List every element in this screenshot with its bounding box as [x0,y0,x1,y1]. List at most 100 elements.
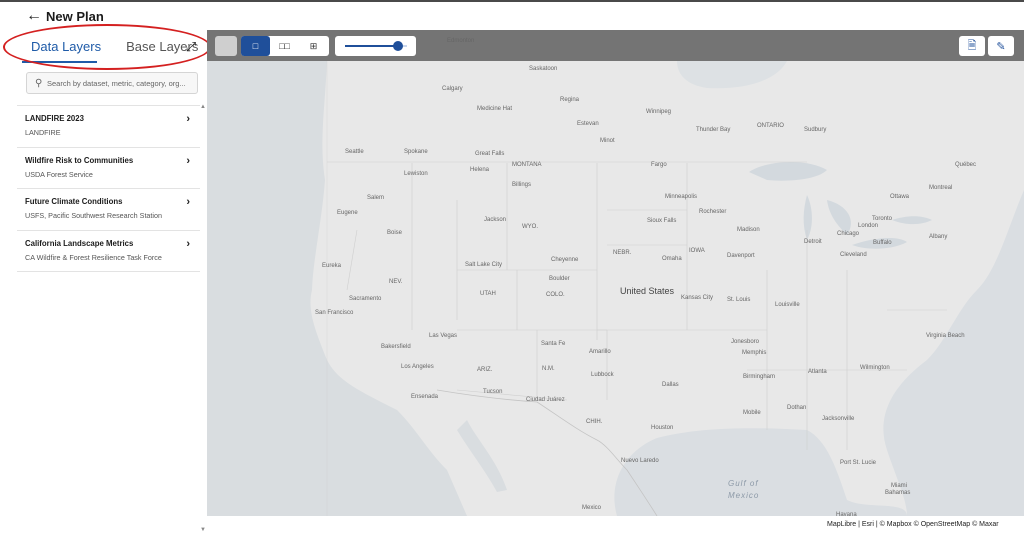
map-place-label: Boise [387,230,403,236]
map-place-label: NEBR. [613,250,632,256]
map-place-label: Houston [651,425,674,431]
map-place-label: MONTANA [512,162,542,168]
map-place-label: Los Angeles [401,364,434,370]
chevron-right-icon[interactable]: › [186,196,190,208]
slider-thumb[interactable] [392,41,403,51]
map-place-label: Madison [737,227,760,233]
map-place-label: Bakersfield [381,344,411,350]
layer-tabs: Data Layers Base Layers [0,30,207,63]
map-place-label: Ciudad Juárez [526,397,565,403]
map-place-label: Louisville [775,302,800,308]
map-place-label: Spokane [404,149,428,155]
map-place-label: Thunder Bay [696,127,731,133]
layer-source: USDA Forest Service [25,169,93,179]
map-place-label: ARIZ. [477,367,493,373]
chevron-right-icon[interactable]: › [186,238,190,250]
tab-data-layers[interactable]: Data Layers [31,30,101,63]
page-title: New Plan [46,8,104,24]
search-box[interactable]: ⚲ [26,72,198,94]
list-item[interactable]: California Landscape Metrics CA Wildfire… [17,231,200,272]
slider-fill [345,45,398,47]
map-place-label: Jackson [484,217,507,223]
water-label: Mexico [728,491,760,500]
map-place-label: Québec [955,162,977,168]
map-place-label: Toronto [872,216,893,222]
layer-source: LANDFIRE [25,128,61,137]
map-toolbar: □ □□ ⊞ 🗎 ✎ [207,30,1024,61]
map-place-label: Mobile [743,410,761,416]
map-place-label: Medicine Hat [477,106,513,112]
map-place-label: Boulder [549,276,570,282]
upload-file-icon[interactable]: 🗎 [959,36,985,56]
map-place-label: Chicago [837,231,860,237]
map-place-label: Cheyenne [551,257,579,263]
country-label: United States [620,286,675,296]
map-attribution: MapLibre | Esri | © Mapbox © OpenStreetM… [827,521,999,528]
map-place-label: Wilmington [860,365,890,371]
map-place-label: Memphis [742,350,767,356]
layer-list: LANDFIRE 2023 LANDFIRE › Wildfire Risk t… [17,105,200,272]
scroll-up-icon[interactable]: ▲ [200,104,206,110]
map-place-label: London [858,223,879,229]
layer-name: Future Climate Conditions [25,197,123,206]
active-tab-indicator [22,61,97,63]
list-item[interactable]: Future Climate Conditions USFS, Pacific … [17,189,200,231]
map-place-label: Sioux Falls [647,218,677,224]
map-place-label: WYO. [522,224,538,230]
map-place-label: Cleveland [840,252,867,258]
map-place-label: CHIH. [586,419,603,425]
map-place-label: Omaha [662,256,682,262]
chevron-right-icon[interactable]: › [186,113,190,125]
page-header: ← New Plan [0,2,1024,30]
map-place-label: Lubbock [591,372,614,378]
map-place-label: N.M. [542,366,555,372]
map-place-label: Calgary [442,86,463,92]
single-view-icon[interactable]: □ [241,36,270,56]
map-place-label: Dothan [787,405,807,411]
map-place-label: Las Vegas [429,333,458,339]
scroll-down-icon[interactable]: ▼ [200,527,206,533]
map-place-label: Sudbury [804,127,827,133]
map-place-label: Santa Fe [541,341,566,347]
map-place-label: IOWA [689,248,705,254]
map-place-label: Port St. Lucie [840,460,877,466]
search-input[interactable] [47,78,197,88]
two-view-icon[interactable]: □□ [270,36,299,56]
layer-name: California Landscape Metrics [25,238,134,248]
draw-pen-icon[interactable]: ✎ [988,36,1014,56]
map-place-label: Tucson [483,389,503,395]
map-place-label: Great Falls [475,151,505,157]
map-place-label: Bahamas [885,490,911,496]
map-place-label: NEV. [389,279,403,285]
map-place-label: St. Louis [727,297,751,303]
list-item[interactable]: Wildfire Risk to Communities USDA Forest… [17,148,200,189]
map-place-label: Eugene [337,210,358,216]
layer-name: Wildfire Risk to Communities [25,155,134,165]
basemap-thumbnail-button[interactable] [215,36,237,56]
opacity-slider[interactable] [335,36,416,56]
collapse-arrows-icon[interactable]: ⤢ [183,39,199,55]
map-place-label: Sacramento [349,296,382,302]
four-view-icon[interactable]: ⊞ [299,36,328,56]
chevron-right-icon[interactable]: › [186,155,190,167]
map-place-label: Mexico [582,505,602,511]
map-place-label: ONTARIO [757,123,784,129]
map-place-label: Ensenada [411,394,439,400]
list-item[interactable]: LANDFIRE 2023 LANDFIRE › [17,106,200,148]
map-place-label: Billings [512,182,532,188]
map-place-label: Rochester [699,209,727,215]
arrow-left-icon[interactable]: ← [26,7,44,25]
water-label: Gulf of [728,479,759,488]
map-place-label: Kansas City [681,295,714,301]
map-place-label: Atlanta [808,369,827,375]
map-place-label: Havana [836,512,857,516]
map-place-label: Minot [600,138,615,144]
map-place-label: Saskatoon [529,66,558,72]
sidebar: Data Layers Base Layers ⤢ ⚲ LANDFIRE 202… [0,30,207,534]
map-view[interactable]: □ □□ ⊞ 🗎 ✎ Edmonton Calgary Saskatoon Regin… [207,30,1024,516]
map-place-label: Miami [891,483,907,489]
view-mode-group: □ □□ ⊞ [241,36,329,56]
map-place-label: Buffalo [873,240,892,246]
layer-source: CA Wildfire & Forest Resilience Task For… [25,252,162,262]
map-place-label: Virginia Beach [926,333,965,339]
